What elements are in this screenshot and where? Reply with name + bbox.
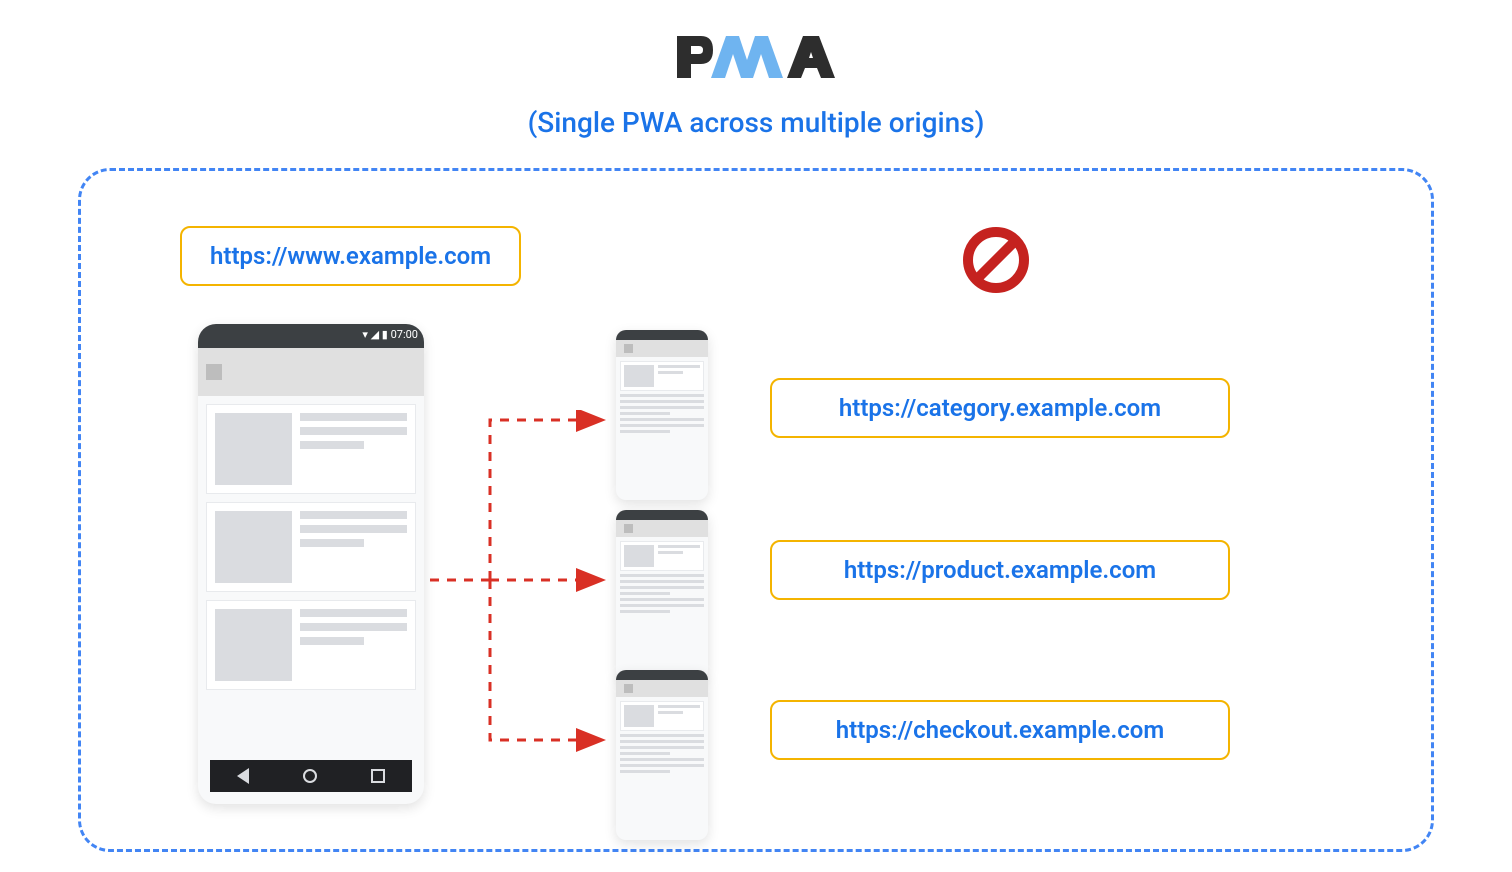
arrows	[430, 410, 610, 770]
origin-main-label: https://www.example.com	[180, 226, 521, 286]
list-item	[206, 404, 416, 494]
nav-back-icon	[237, 768, 249, 784]
nav-home-icon	[303, 769, 317, 783]
origin-category-label: https://category.example.com	[770, 378, 1230, 438]
phone-mockup-product	[616, 510, 708, 680]
prohibit-icon	[960, 224, 1032, 300]
diagram-title: (Single PWA across multiple origins)	[528, 106, 985, 139]
phone-mockup-checkout	[616, 670, 708, 840]
phone-statusbar: ▾ ◢ ▮ 07:00	[198, 324, 424, 348]
phone-navbar	[210, 760, 412, 792]
phone-mockup-main: ▾ ◢ ▮ 07:00	[198, 324, 424, 804]
phone-header	[198, 348, 424, 396]
list-item	[206, 502, 416, 592]
pwa-logo	[671, 24, 841, 94]
phone-status-time: 07:00	[391, 328, 418, 341]
origin-product-label: https://product.example.com	[770, 540, 1230, 600]
list-item	[206, 600, 416, 690]
origin-checkout-label: https://checkout.example.com	[770, 700, 1230, 760]
phone-mockup-category	[616, 330, 708, 500]
nav-recent-icon	[371, 769, 385, 783]
